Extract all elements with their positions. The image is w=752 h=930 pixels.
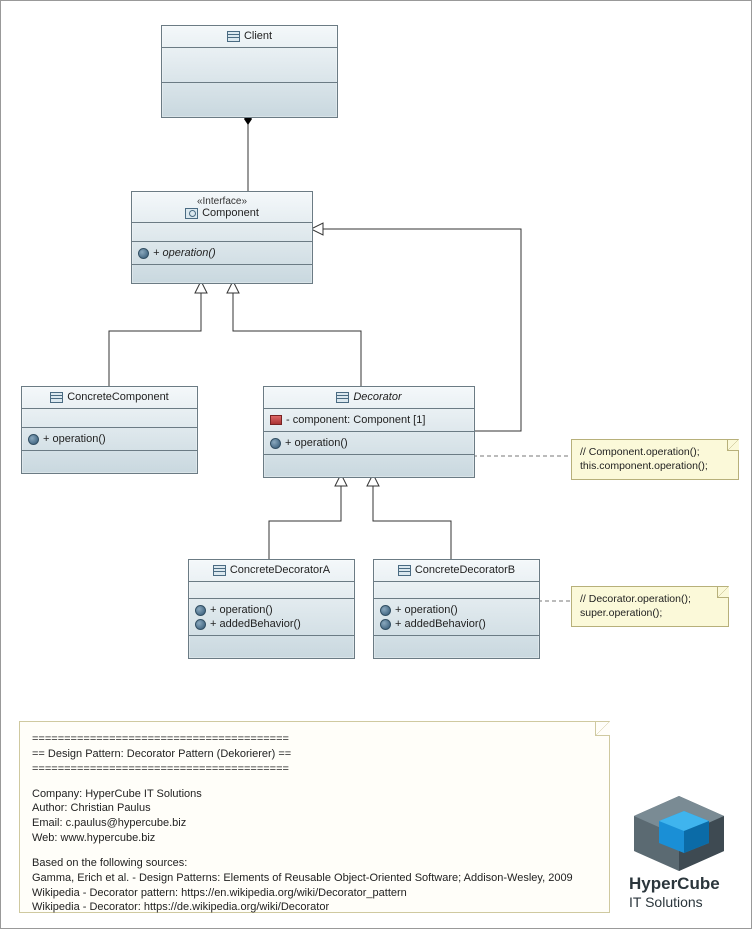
- operation-icon: [195, 619, 206, 630]
- note-line: // Decorator.operation();: [580, 593, 720, 607]
- operation-label: + operation(): [210, 604, 273, 616]
- class-concrete-component: ConcreteComponent + operation(): [21, 386, 198, 474]
- info-sources-header: Based on the following sources:: [32, 856, 597, 871]
- operation-icon: [28, 434, 39, 445]
- note-fold-icon: [727, 439, 739, 451]
- class-icon: [227, 31, 240, 42]
- operation-label: + operation(): [43, 433, 106, 445]
- operation-icon: [270, 438, 281, 449]
- info-email: Email: c.paulus@hypercube.biz: [32, 816, 597, 831]
- info-source: Wikipedia - Decorator pattern: https://e…: [32, 886, 597, 901]
- note-decorator-operation: // Component.operation(); this.component…: [571, 439, 739, 480]
- class-name: Component: [202, 207, 259, 219]
- class-name: ConcreteComponent: [67, 391, 169, 403]
- info-bar: ========================================: [32, 762, 597, 777]
- operation-icon: [380, 619, 391, 630]
- class-icon: [336, 392, 349, 403]
- class-name: ConcreteDecoratorB: [415, 564, 515, 576]
- note-line: this.component.operation();: [580, 460, 730, 474]
- note-concrete-b-operation: // Decorator.operation(); super.operatio…: [571, 586, 729, 627]
- hypercube-logo: HyperCube IT Solutions: [629, 791, 744, 910]
- cube-icon: [629, 791, 729, 871]
- interface-icon: [185, 208, 198, 219]
- operation-label: + operation(): [153, 247, 216, 259]
- note-fold-icon: [717, 586, 729, 598]
- info-note: ========================================…: [19, 721, 610, 913]
- operation: + operation(): [195, 603, 348, 617]
- class-name: ConcreteDecoratorA: [230, 564, 330, 576]
- operation-icon: [195, 605, 206, 616]
- info-author: Author: Christian Paulus: [32, 801, 597, 816]
- logo-brand: HyperCube: [629, 874, 744, 894]
- operation: + addedBehavior(): [195, 617, 348, 631]
- uml-diagram: Client «Interface» Component + operation…: [0, 0, 752, 929]
- info-web: Web: www.hypercube.biz: [32, 831, 597, 846]
- class-name: Client: [244, 30, 272, 42]
- class-decorator: Decorator - component: Component [1] + o…: [263, 386, 475, 478]
- class-concrete-decorator-a: ConcreteDecoratorA + operation() + added…: [188, 559, 355, 659]
- attribute-icon: [270, 415, 282, 425]
- operation: + addedBehavior(): [380, 617, 533, 631]
- operation: + operation(): [138, 246, 306, 260]
- info-company: Company: HyperCube IT Solutions: [32, 787, 597, 802]
- info-bar: ========================================: [32, 732, 597, 747]
- stereotype: «Interface»: [136, 196, 308, 207]
- operation-label: + addedBehavior(): [210, 618, 301, 630]
- interface-component: «Interface» Component + operation(): [131, 191, 313, 284]
- class-name: Decorator: [353, 391, 401, 403]
- note-line: super.operation();: [580, 607, 720, 621]
- operation: + operation(): [28, 432, 191, 446]
- class-concrete-decorator-b: ConcreteDecoratorB + operation() + added…: [373, 559, 540, 659]
- class-icon: [50, 392, 63, 403]
- operation: + operation(): [380, 603, 533, 617]
- class-icon: [213, 565, 226, 576]
- operation-label: + addedBehavior(): [395, 618, 486, 630]
- class-client: Client: [161, 25, 338, 118]
- info-source: Gamma, Erich et al. - Design Patterns: E…: [32, 871, 597, 886]
- operation: + operation(): [270, 436, 468, 450]
- info-title: == Design Pattern: Decorator Pattern (De…: [32, 747, 597, 762]
- note-fold-icon: [595, 721, 610, 736]
- note-line: // Component.operation();: [580, 446, 730, 460]
- operation-label: + operation(): [285, 437, 348, 449]
- logo-subbrand: IT Solutions: [629, 894, 744, 910]
- operation-icon: [380, 605, 391, 616]
- attribute: - component: Component [1]: [270, 413, 468, 427]
- class-icon: [398, 565, 411, 576]
- operation-icon: [138, 248, 149, 259]
- info-source: Wikipedia - Decorator: https://de.wikipe…: [32, 900, 597, 915]
- attribute-label: - component: Component [1]: [286, 414, 425, 426]
- operation-label: + operation(): [395, 604, 458, 616]
